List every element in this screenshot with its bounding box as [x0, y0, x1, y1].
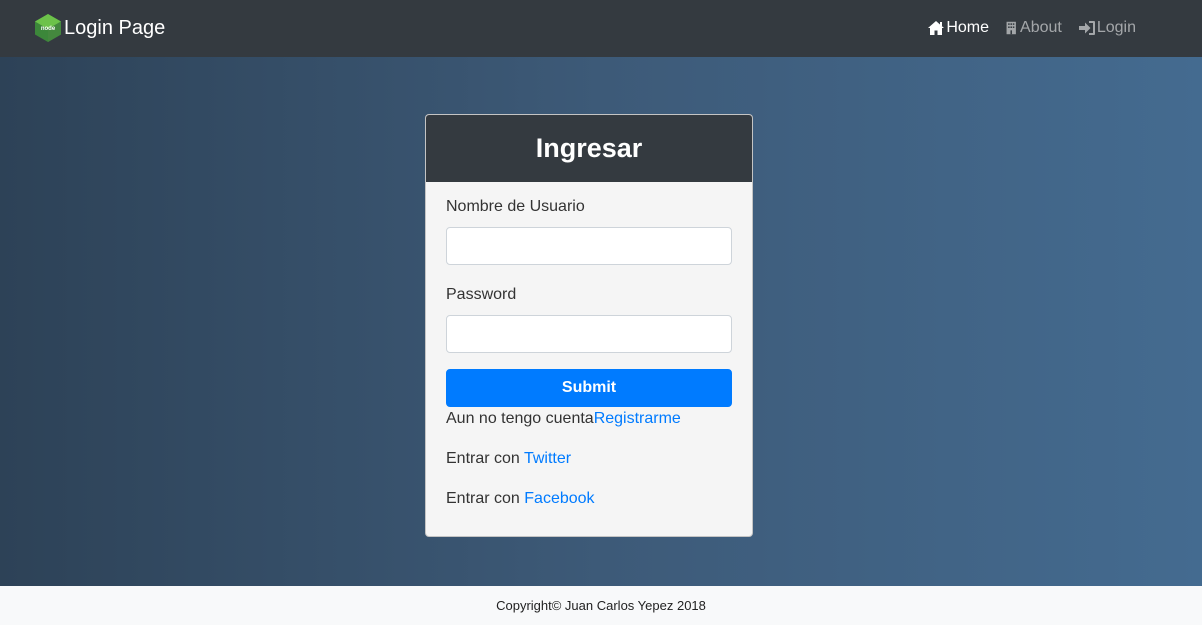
- username-input[interactable]: [446, 227, 732, 265]
- submit-button[interactable]: Submit: [446, 369, 732, 407]
- nav-links: Home About Login: [927, 17, 1136, 39]
- nav-home-label: Home: [946, 19, 990, 36]
- nodejs-logo-icon: node: [35, 14, 61, 42]
- nav-login-link[interactable]: Login: [1078, 17, 1136, 39]
- nav-home-link[interactable]: Home: [927, 17, 989, 39]
- twitter-line: Entrar con Twitter: [446, 448, 732, 470]
- nav-about-label: About: [1020, 19, 1062, 36]
- brand-text: Login Page: [64, 17, 166, 39]
- register-line: Aun no tengo cuentaRegistrarme: [446, 408, 732, 430]
- copyright-text: Copyright© Juan Carlos Yepez 2018: [496, 598, 706, 613]
- nav-about-link[interactable]: About: [1005, 17, 1062, 39]
- facebook-link[interactable]: Facebook: [524, 490, 594, 507]
- password-label: Password: [446, 286, 517, 303]
- card-header: Ingresar: [426, 115, 752, 182]
- brand-link[interactable]: node Login Page: [33, 13, 165, 43]
- twitter-text: Entrar con: [446, 450, 520, 467]
- login-card: Ingresar Nombre de Usuario Password Subm…: [425, 114, 753, 537]
- username-group: Nombre de Usuario: [446, 196, 732, 265]
- sign-in-icon: [1078, 21, 1095, 35]
- home-icon: [928, 21, 945, 35]
- navbar: node Login Page Home About Login: [0, 0, 1202, 57]
- facebook-line: Entrar con Facebook: [446, 488, 732, 510]
- footer: Copyright© Juan Carlos Yepez 2018: [0, 586, 1202, 625]
- building-icon: [1006, 21, 1016, 35]
- login-form: Nombre de Usuario Password Submit Aun no…: [426, 182, 752, 510]
- card-title: Ingresar: [535, 133, 643, 163]
- password-group: Password: [446, 284, 732, 353]
- nav-login-label: Login: [1096, 19, 1136, 36]
- twitter-link[interactable]: Twitter: [524, 450, 571, 467]
- register-link[interactable]: Registrarme: [594, 410, 681, 427]
- username-label: Nombre de Usuario: [446, 198, 585, 215]
- password-input[interactable]: [446, 315, 732, 353]
- facebook-text: Entrar con: [446, 490, 520, 507]
- logo-text: node: [41, 26, 56, 32]
- register-text: Aun no tengo cuenta: [446, 410, 594, 427]
